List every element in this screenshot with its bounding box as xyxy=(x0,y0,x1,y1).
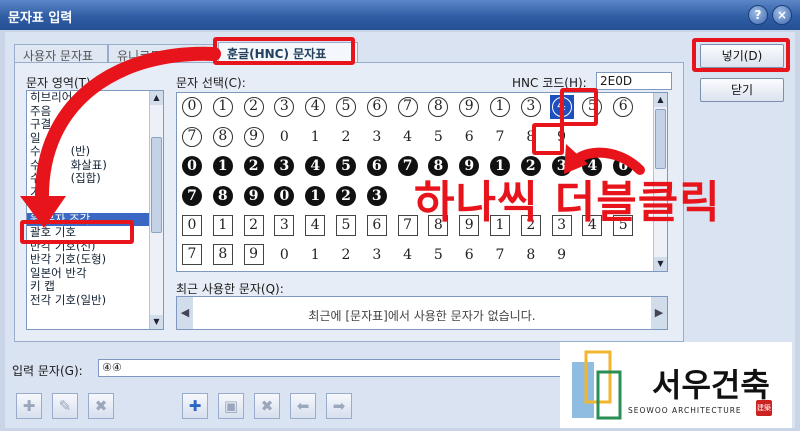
logo-mark-icon xyxy=(572,350,622,420)
curved-arrow-head-icon xyxy=(20,196,66,228)
logo-subtitle: SEOWOO ARCHITECTURE xyxy=(628,406,742,415)
curved-arrow-shaft xyxy=(34,46,221,207)
logo-name: 서우건축 xyxy=(652,366,770,404)
logo-seal: 建築 xyxy=(756,400,772,416)
double-click-annotation: 하나씩 더블클릭 xyxy=(414,177,721,228)
watermark-logo: 서우건축 SEOWOO ARCHITECTURE 建築 xyxy=(560,342,792,428)
